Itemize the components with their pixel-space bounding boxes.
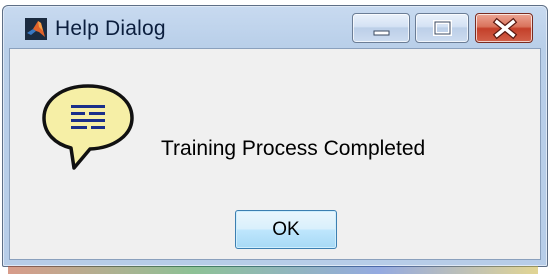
maximize-icon — [433, 20, 452, 36]
help-speech-bubble-icon — [42, 84, 134, 170]
background-window-edge — [8, 266, 538, 274]
window-title: Help Dialog — [55, 17, 166, 40]
title-bar[interactable]: Help Dialog — [3, 6, 547, 48]
minimize-button[interactable] — [352, 13, 410, 43]
minimize-icon — [373, 30, 390, 36]
screen: Help Dialog Training Process Completed O… — [0, 0, 551, 274]
matlab-logo-icon — [25, 18, 47, 40]
dialog-message: Training Process Completed — [161, 137, 426, 160]
help-dialog-window: Help Dialog Training Process Completed O… — [2, 5, 548, 267]
dialog-content: Training Process Completed OK — [9, 48, 541, 260]
maximize-button[interactable] — [415, 13, 469, 43]
close-button[interactable] — [475, 13, 533, 43]
ok-button[interactable]: OK — [235, 210, 337, 249]
close-icon — [492, 17, 518, 40]
